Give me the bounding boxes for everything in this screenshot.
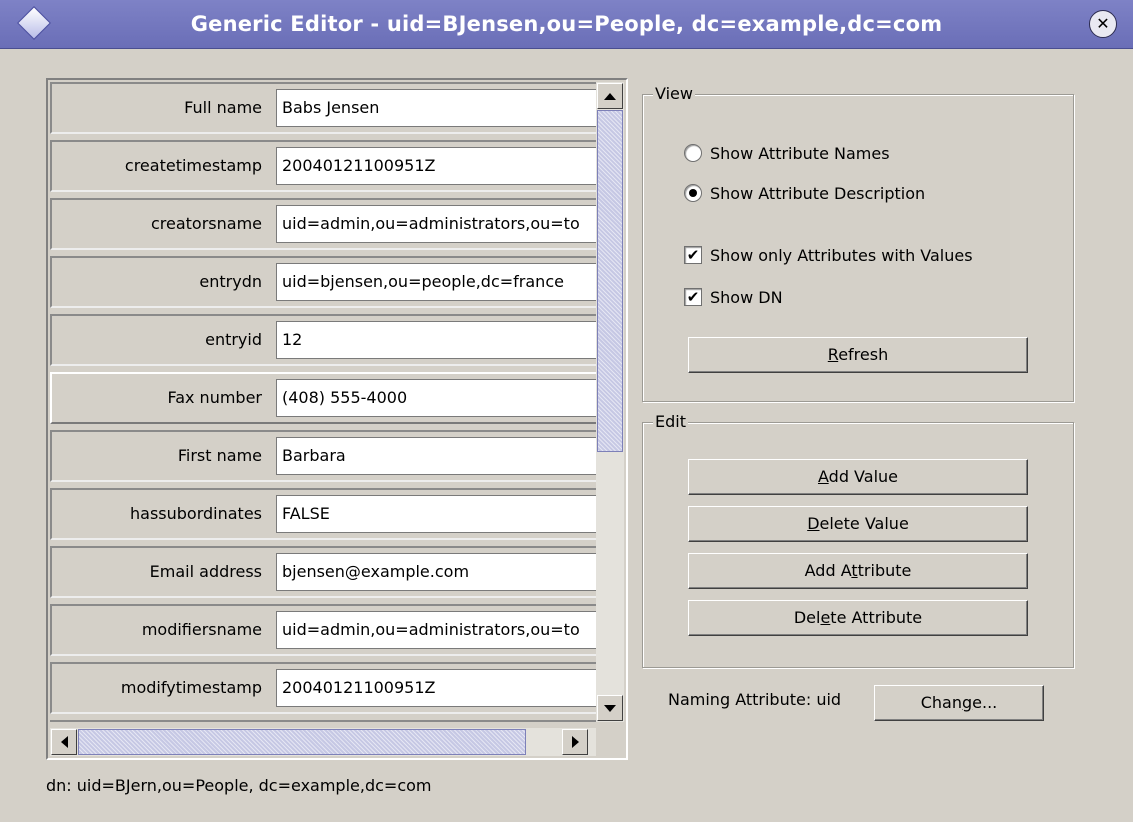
checkbox-checked-icon[interactable]: ✔ [684,288,702,306]
arrow-right-icon [571,736,579,748]
button-label: e... [972,693,998,712]
naming-attribute-label: Naming Attribute: uid [668,690,842,709]
table-row: First name Barbara [50,430,596,482]
scrollbar-corner [596,728,624,756]
table-row: modifytimestamp 20040121100951Z [50,662,596,714]
change-button[interactable]: Change... [874,685,1044,721]
refresh-button[interactable]: Refresh [688,337,1028,373]
arrow-down-icon [604,704,616,712]
checkbox-label: Show only Attributes with Values [710,245,973,265]
delete-value-button[interactable]: Delete Value [688,506,1028,542]
table-row: Full name Babs Jensen [50,82,596,134]
table-row: creatorsname uid=admin,ou=administrators… [50,198,596,250]
checkbox-show-dn[interactable]: ✔ Show DN [684,284,783,310]
attribute-value-field[interactable]: Barbara [276,437,596,475]
radio-label: Show Attribute Description [710,183,926,203]
checkbox-label: Show DN [710,287,783,307]
attribute-label: creatorsname [150,214,262,233]
attribute-value-field[interactable]: Babs Jensen [276,89,596,127]
button-label: Del [793,608,821,627]
table-row [50,720,596,722]
mnemonic-letter: A [817,467,829,486]
attribute-table: Full name Babs Jensen createtimestamp 20… [50,82,596,722]
attribute-label: createtimestamp [124,156,262,175]
attribute-label: entryid [205,330,262,349]
attribute-value-field[interactable]: FALSE [276,495,596,533]
button-label: Add A [804,561,852,580]
table-row: hassubordinates FALSE [50,488,596,540]
attribute-label: Full name [184,98,262,117]
attribute-label: entrydn [199,272,262,291]
attribute-value-field[interactable]: 12 [276,321,596,359]
add-attribute-button[interactable]: Add Attribute [688,553,1028,589]
attribute-label: Fax number [167,388,262,407]
table-row: Email address bjensen@example.com [50,546,596,598]
dn-status-text: dn: uid=BJern,ou=People, dc=example,dc=c… [46,776,432,795]
checkbox-show-only-attributes-with-values[interactable]: ✔ Show only Attributes with Values [684,242,973,268]
table-row: entryid 12 [50,314,596,366]
checkbox-checked-icon[interactable]: ✔ [684,246,702,264]
mnemonic-letter: R [827,345,839,364]
button-label: efresh [838,345,889,364]
radio-show-attribute-description[interactable]: Show Attribute Description [684,180,925,206]
attribute-value-field[interactable]: (408) 555-4000 [276,379,596,417]
horizontal-scroll-thumb[interactable] [78,729,526,755]
vertical-scrollbar[interactable] [596,82,624,722]
delete-attribute-button[interactable]: Delete Attribute [688,600,1028,636]
attribute-label: modifytimestamp [120,678,262,697]
button-label: dd Value [828,467,898,486]
attribute-value-field[interactable]: bjensen@example.com [276,553,596,591]
horizontal-scrollbar[interactable] [50,728,596,756]
attribute-value-field[interactable]: 20040121100951Z [276,147,596,185]
attribute-value-field[interactable]: uid=bjensen,ou=people,dc=france [276,263,596,301]
table-row-selected: Fax number (408) 555-4000 [50,372,596,424]
radio-selected-icon[interactable] [684,184,702,202]
scroll-up-button[interactable] [597,83,623,109]
table-row: entrydn uid=bjensen,ou=people,dc=france [50,256,596,308]
table-row: modifiersname uid=admin,ou=administrator… [50,604,596,656]
attribute-value-field[interactable]: uid=admin,ou=administrators,ou=to [276,205,596,243]
close-icon[interactable]: ✕ [1089,10,1117,38]
mnemonic-letter: g [962,693,973,712]
window-title: Generic Editor - uid=BJensen,ou=People, … [190,12,943,36]
arrow-left-icon [60,736,68,748]
attribute-label: First name [177,446,262,465]
button-label: Chan [920,693,962,712]
vertical-scroll-thumb[interactable] [597,110,623,452]
arrow-up-icon [604,92,616,100]
radio-unselected-icon[interactable] [684,144,702,162]
mnemonic-letter: D [807,514,820,533]
attribute-label: modifiersname [141,620,262,639]
attribute-value-field[interactable]: 20040121100951Z [276,669,596,707]
add-value-button[interactable]: Add Value [688,459,1028,495]
button-label: elete Value [819,514,909,533]
mnemonic-letter: e [820,608,831,627]
edit-group-title: Edit [653,412,688,431]
radio-label: Show Attribute Names [710,143,890,163]
scroll-left-button[interactable] [51,729,77,755]
button-label: te Attribute [830,608,923,627]
title-bar: Generic Editor - uid=BJensen,ou=People, … [0,0,1133,49]
attribute-label: Email address [149,562,262,581]
scroll-right-button[interactable] [562,729,588,755]
scroll-down-button[interactable] [597,695,623,721]
attribute-value-field[interactable]: uid=admin,ou=administrators,ou=to [276,611,596,649]
button-label: tribute [857,561,912,580]
view-group-title: View [653,84,695,103]
radio-dot [689,189,697,197]
attribute-label: hassubordinates [130,504,262,523]
radio-show-attribute-names[interactable]: Show Attribute Names [684,140,890,166]
table-row: createtimestamp 20040121100951Z [50,140,596,192]
